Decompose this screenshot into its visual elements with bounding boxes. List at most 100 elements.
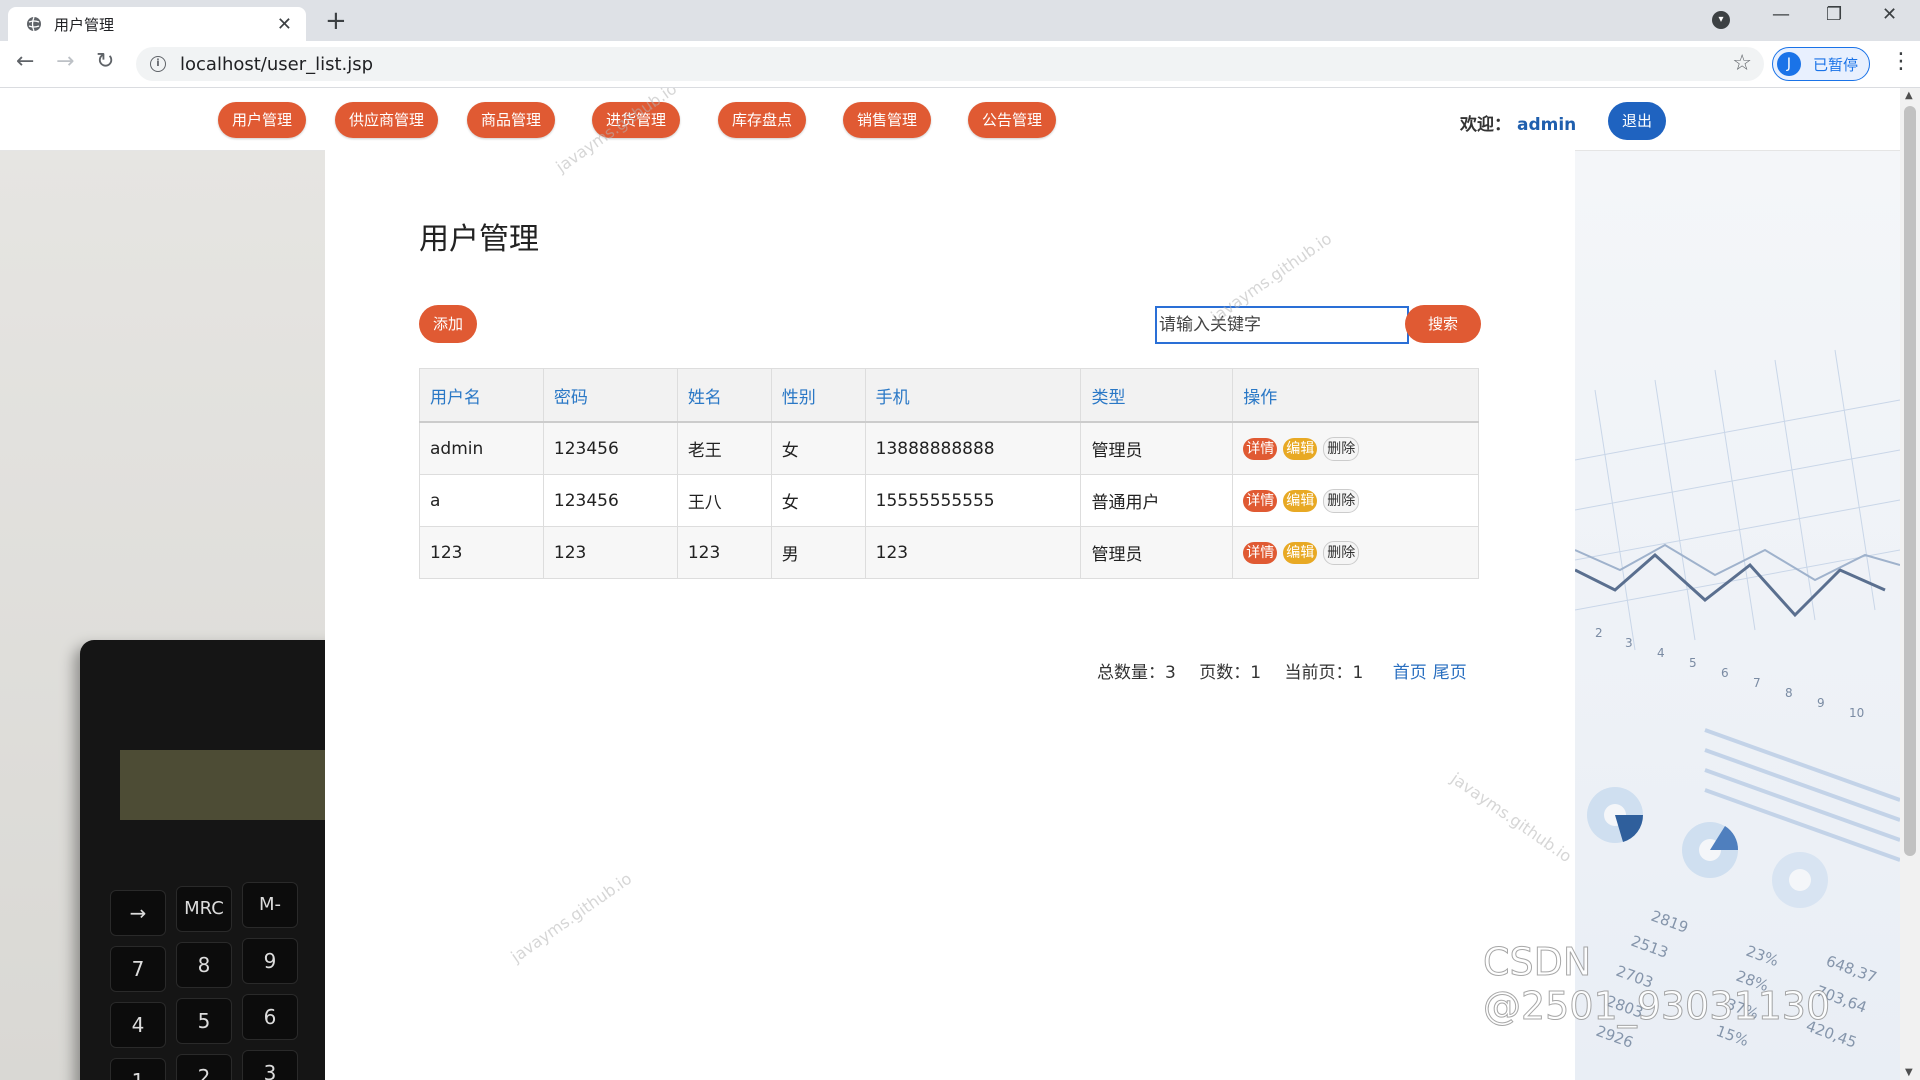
cell-name: 老王 — [676, 421, 772, 475]
search-input[interactable] — [1155, 306, 1409, 344]
nav-user-management[interactable]: 用户管理 — [218, 102, 306, 138]
delete-button[interactable]: 删除 — [1323, 488, 1360, 513]
page-title: 用户管理 — [419, 222, 539, 257]
back-icon[interactable]: ← — [16, 49, 34, 74]
url-text[interactable]: localhost/user_list.jsp — [180, 54, 373, 75]
cell-actions: 详情 编辑 删除 — [1232, 526, 1479, 579]
current-page: 当前页：1 — [1284, 663, 1364, 683]
nav-sales-management[interactable]: 销售管理 — [843, 102, 931, 138]
browser-menu-icon[interactable]: ⋮ — [1890, 49, 1912, 74]
new-tab-icon[interactable]: + — [325, 6, 347, 36]
cell-type: 管理员 — [1080, 526, 1234, 579]
cell-name: 123 — [676, 526, 772, 579]
calc-key: 7 — [110, 946, 166, 992]
calc-key: 4 — [110, 1002, 166, 1048]
browser-tab-strip: 用户管理 ✕ + ▾ — ❐ ✕ — [0, 0, 1920, 41]
cell-password: 123456 — [542, 474, 678, 527]
welcome-label: 欢迎： — [1460, 115, 1511, 135]
column-header-actions[interactable]: 操作 — [1232, 368, 1479, 423]
vertical-scrollbar[interactable]: ▲ ▼ — [1900, 88, 1920, 1080]
bookmark-star-icon[interactable]: ☆ — [1732, 51, 1752, 76]
column-header-type[interactable]: 类型 — [1080, 368, 1234, 423]
background-left-photo: → MRC M- 7 8 9 4 5 6 1 2 3 — [0, 150, 340, 1080]
cell-phone: 13888888888 — [864, 421, 1082, 475]
table-row: a 123456 王八 女 15555555555 普通用户 详情 编辑 删除 — [419, 474, 1479, 527]
table-header-row: 用户名 密码 姓名 性别 手机 类型 操作 — [419, 368, 1479, 423]
pagination: 总数量：3 页数：1 当前页：1 首页 尾页 — [1097, 658, 1467, 683]
calc-key: 9 — [242, 938, 298, 984]
chart-tick: 10 — [1849, 706, 1864, 720]
page-count: 页数：1 — [1199, 663, 1262, 683]
tab-search-icon[interactable]: ▾ — [1712, 11, 1730, 29]
csdn-watermark: CSDN @2501_93031130 — [1483, 940, 1831, 1029]
forward-icon[interactable]: → — [56, 49, 74, 74]
address-bar[interactable]: i localhost/user_list.jsp ☆ — [136, 47, 1764, 81]
cell-password: 123456 — [542, 421, 678, 475]
nav-notice-management[interactable]: 公告管理 — [968, 102, 1056, 138]
window-close-icon[interactable]: ✕ — [1882, 4, 1897, 25]
cell-phone: 15555555555 — [864, 474, 1082, 527]
calc-key: MRC — [176, 886, 232, 932]
edit-button[interactable]: 编辑 — [1283, 541, 1318, 564]
delete-button[interactable]: 删除 — [1323, 436, 1360, 461]
calc-key: 6 — [242, 994, 298, 1040]
nav-product-management[interactable]: 商品管理 — [467, 102, 555, 138]
donut-charts — [1587, 787, 1828, 908]
detail-button[interactable]: 详情 — [1243, 437, 1278, 460]
top-navbar: 用户管理 供应商管理 商品管理 进货管理 库存盘点 销售管理 公告管理 欢迎： a… — [0, 88, 1900, 151]
reload-icon[interactable]: ↻ — [96, 49, 114, 74]
first-page-link[interactable]: 首页 — [1393, 663, 1427, 683]
table-row: 123 123 123 男 123 管理员 详情 编辑 删除 — [419, 526, 1479, 579]
calc-key: 5 — [176, 998, 232, 1044]
logout-button[interactable]: 退出 — [1608, 102, 1666, 140]
add-user-button[interactable]: 添加 — [419, 305, 477, 343]
detail-button[interactable]: 详情 — [1243, 541, 1278, 564]
column-header-name[interactable]: 姓名 — [676, 368, 772, 423]
search-button[interactable]: 搜索 — [1405, 305, 1481, 343]
detail-button[interactable]: 详情 — [1243, 489, 1278, 512]
chart-tick: 4 — [1657, 646, 1665, 660]
calculator-screen — [120, 750, 340, 820]
column-header-password[interactable]: 密码 — [542, 368, 678, 423]
column-header-phone[interactable]: 手机 — [864, 368, 1082, 423]
cell-type: 管理员 — [1080, 421, 1234, 475]
cell-gender: 女 — [770, 474, 866, 527]
cell-username: admin — [419, 421, 544, 475]
current-username: admin — [1517, 115, 1577, 135]
cell-type: 普通用户 — [1080, 474, 1234, 527]
scroll-down-icon[interactable]: ▼ — [1905, 1067, 1913, 1078]
scroll-up-icon[interactable]: ▲ — [1905, 90, 1913, 101]
chart-tick: 2 — [1595, 626, 1603, 640]
cell-username: a — [419, 474, 544, 527]
cell-password: 123 — [542, 526, 678, 579]
tab-close-icon[interactable]: ✕ — [277, 14, 292, 35]
last-page-link[interactable]: 尾页 — [1433, 663, 1467, 683]
cell-actions: 详情 编辑 删除 — [1232, 421, 1479, 475]
welcome-text: 欢迎： admin — [1460, 110, 1576, 135]
calc-key: 2 — [176, 1054, 232, 1080]
minimize-icon[interactable]: — — [1772, 4, 1790, 25]
chart-tick: 5 — [1689, 656, 1697, 670]
cell-actions: 详情 编辑 删除 — [1232, 474, 1479, 527]
restore-icon[interactable]: ❐ — [1826, 4, 1842, 25]
cell-username: 123 — [419, 526, 544, 579]
edit-button[interactable]: 编辑 — [1283, 437, 1318, 460]
column-header-gender[interactable]: 性别 — [770, 368, 866, 423]
calculator-image: → MRC M- 7 8 9 4 5 6 1 2 3 — [80, 640, 340, 1080]
delete-button[interactable]: 删除 — [1323, 540, 1360, 565]
user-table: 用户名 密码 姓名 性别 手机 类型 操作 admin 123456 老王 女 … — [419, 368, 1479, 579]
chart-tick: 7 — [1753, 676, 1761, 690]
column-header-username[interactable]: 用户名 — [419, 368, 544, 423]
nav-supplier-management[interactable]: 供应商管理 — [335, 102, 438, 138]
cell-name: 王八 — [676, 474, 772, 527]
scroll-thumb[interactable] — [1904, 106, 1916, 856]
profile-button[interactable]: J 已暂停 — [1772, 47, 1870, 81]
main-panel: 用户管理 添加 搜索 用户名 密码 姓名 性别 手机 类型 操作 — [325, 150, 1575, 1080]
edit-button[interactable]: 编辑 — [1283, 489, 1318, 512]
profile-status: 已暂停 — [1813, 55, 1859, 74]
cell-gender: 女 — [770, 421, 866, 475]
calc-key: 3 — [242, 1050, 298, 1080]
site-info-icon[interactable]: i — [150, 56, 166, 72]
nav-inventory-check[interactable]: 库存盘点 — [718, 102, 806, 138]
browser-tab[interactable]: 用户管理 ✕ — [8, 7, 306, 41]
